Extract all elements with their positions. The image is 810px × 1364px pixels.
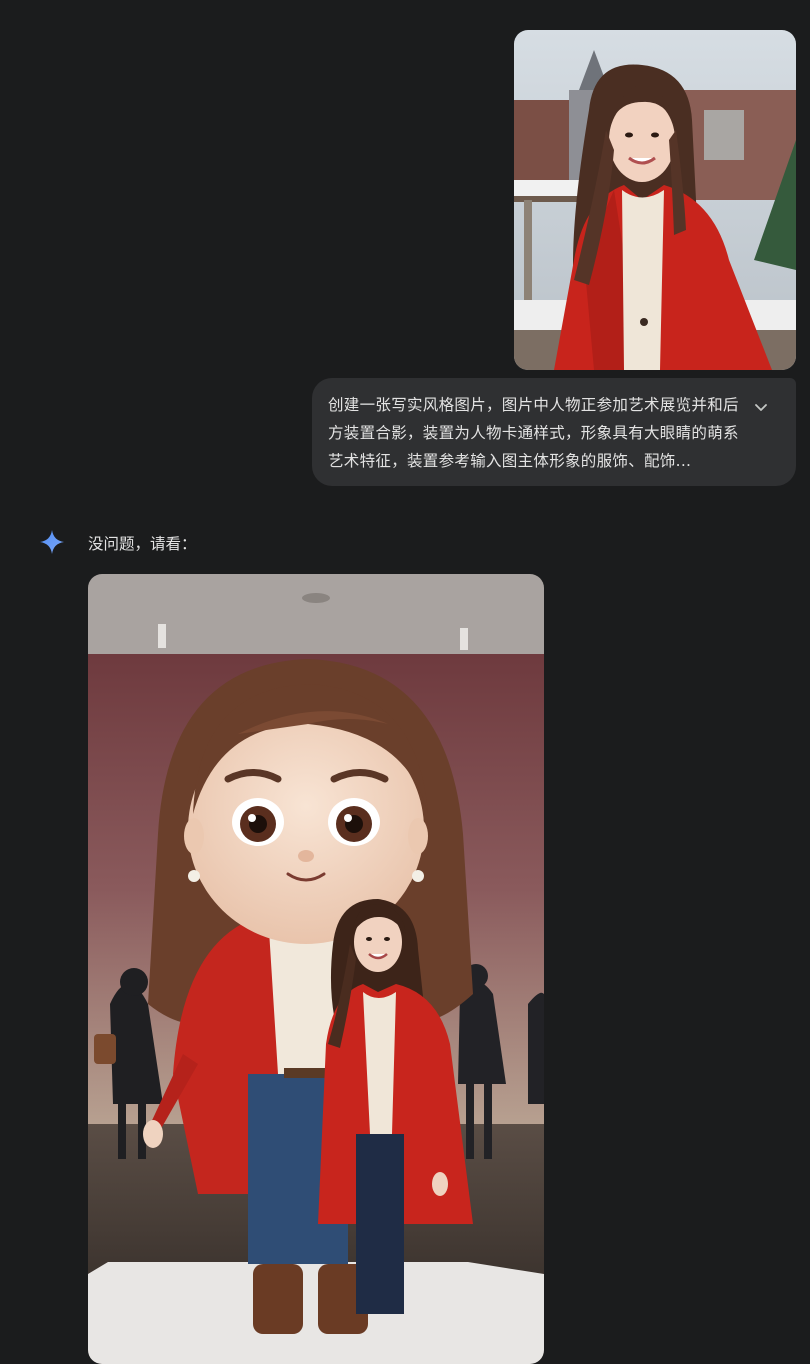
user-message-bubble: 创建一张写实风格图片，图片中人物正参加艺术展览并和后方装置合影，装置为人物卡通样… xyxy=(312,378,796,486)
generated-image[interactable] xyxy=(88,574,544,1364)
sparkle-icon xyxy=(38,528,66,556)
generated-image-illustration xyxy=(88,574,544,1364)
user-photo-illustration xyxy=(514,30,796,370)
assistant-message-text: 没问题，请看： xyxy=(88,535,197,553)
user-message-text: 创建一张写实风格图片，图片中人物正参加艺术展览并和后方装置合影，装置为人物卡通样… xyxy=(328,396,739,470)
chevron-down-icon[interactable] xyxy=(752,398,770,416)
user-uploaded-image[interactable] xyxy=(514,30,796,370)
